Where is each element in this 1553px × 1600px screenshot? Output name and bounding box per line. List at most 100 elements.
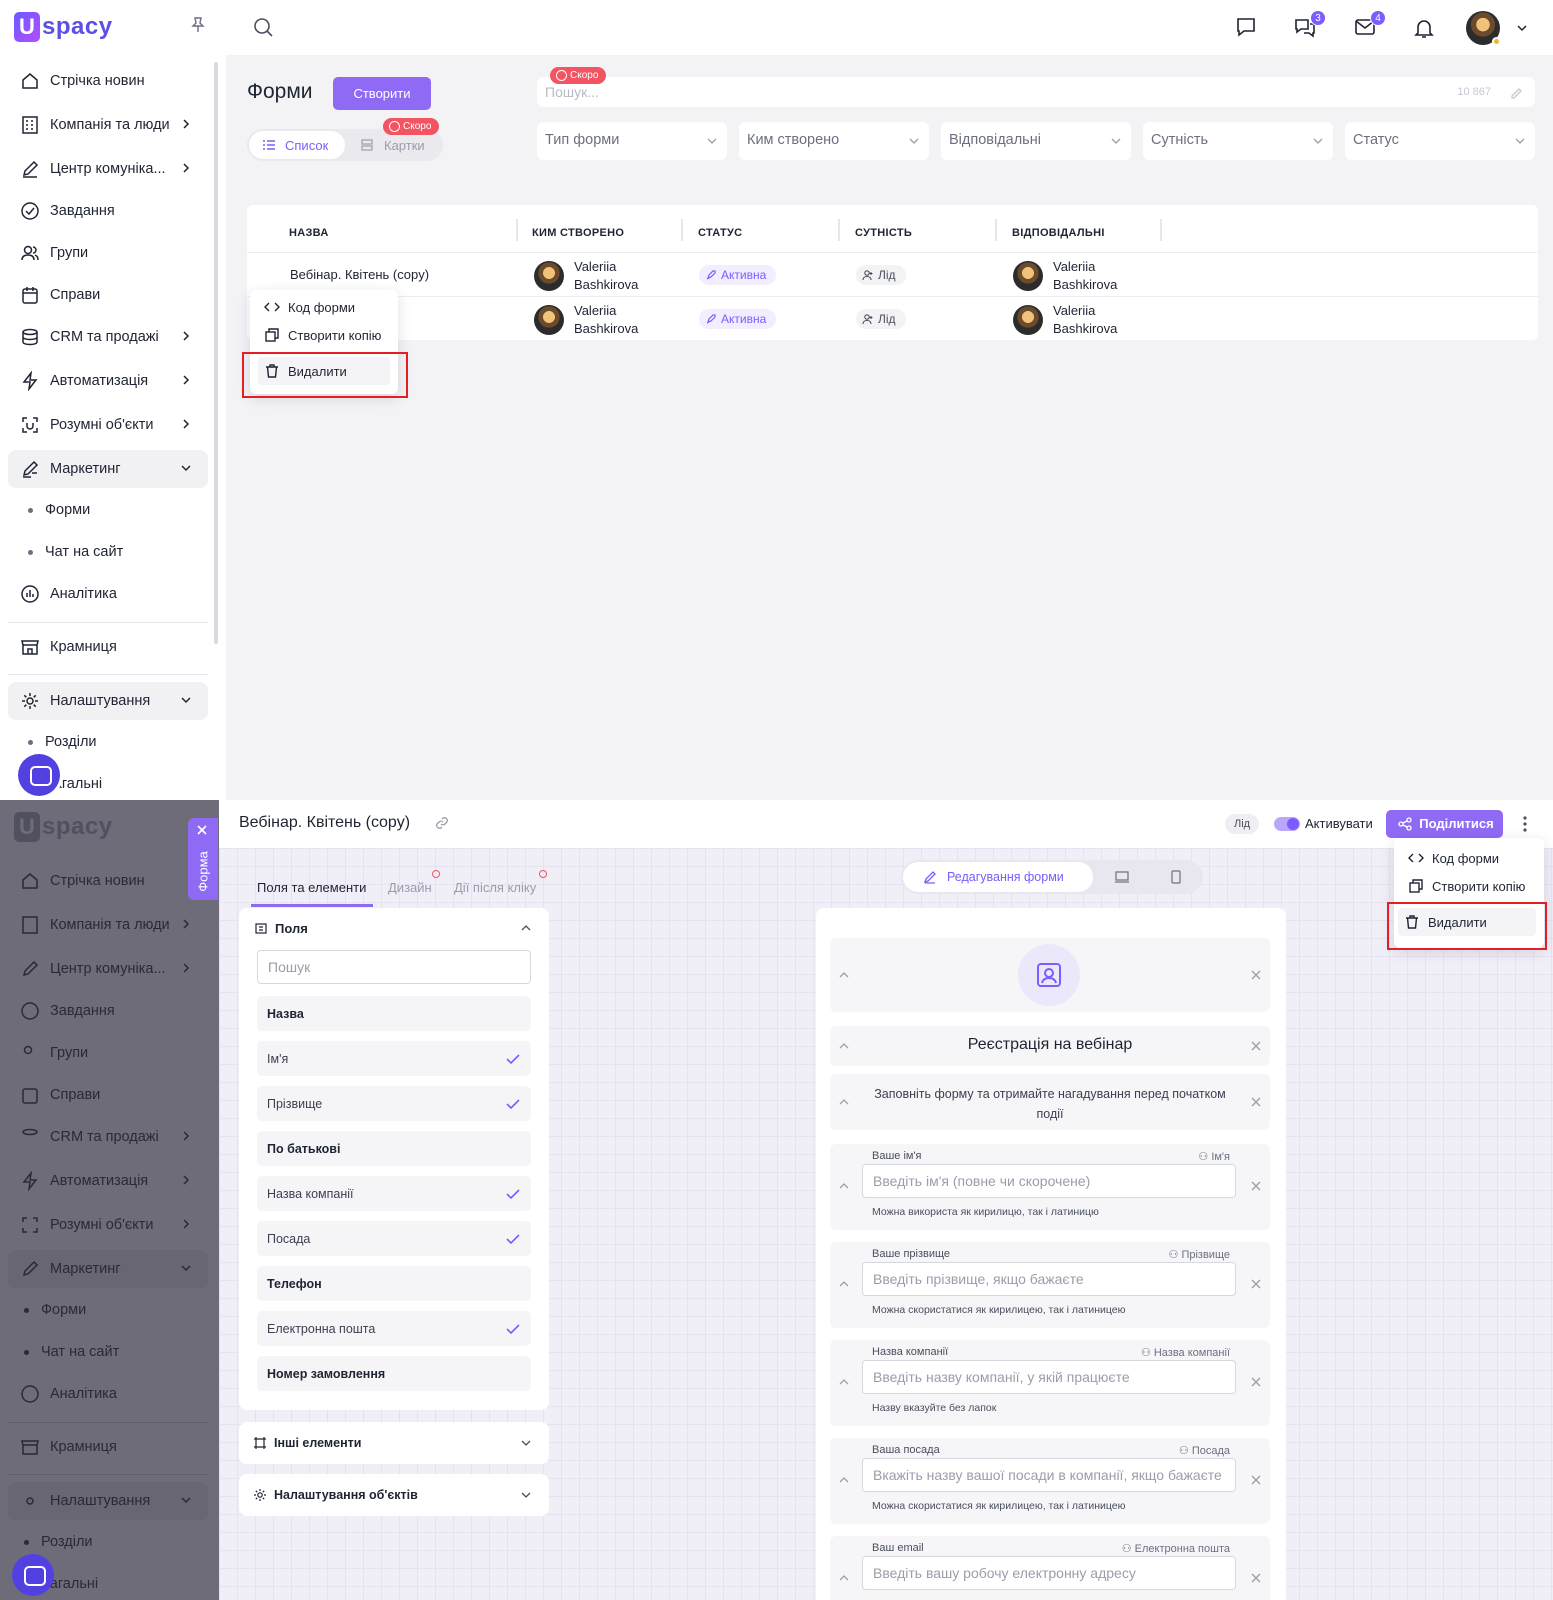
preview-input[interactable]: Введіть назву компанії, у якій працюєте — [862, 1360, 1236, 1394]
preview-input[interactable]: Введіть прізвище, якщо бажаєте — [862, 1262, 1236, 1296]
chevron-up-icon[interactable] — [838, 1572, 850, 1584]
chevron-down-icon[interactable] — [1516, 22, 1528, 34]
close-icon[interactable] — [1250, 1278, 1262, 1290]
chevron-up-icon[interactable] — [838, 1278, 850, 1290]
menu-item-copy[interactable]: Створити копію — [1402, 872, 1531, 900]
form-name[interactable]: Вебінар. Квітень (copy) — [290, 267, 429, 282]
sidebar-item-news[interactable]: Стрічка новин — [8, 62, 208, 100]
preview-input[interactable]: Вкажіть назву вашої посади в компанії, я… — [862, 1458, 1236, 1492]
close-icon[interactable] — [1250, 969, 1262, 981]
form-side-tab[interactable]: Форма — [188, 818, 218, 900]
close-icon[interactable] — [1250, 1572, 1262, 1584]
column-header[interactable]: СТАТУС — [698, 227, 742, 239]
field-item[interactable]: Телефон — [257, 1266, 531, 1301]
form-field-block[interactable]: Назва компанії ⚇ Назва компанії Введіть н… — [830, 1340, 1270, 1426]
sidebar-item-automation[interactable]: Автоматизація — [8, 362, 208, 400]
tab-fields[interactable]: Поля та елементи — [257, 880, 366, 895]
field-item[interactable]: Назва — [257, 996, 531, 1031]
preview-input[interactable]: Введіть вашу робочу електронну адресу — [862, 1556, 1236, 1590]
chevron-up-icon[interactable] — [838, 969, 850, 981]
close-icon[interactable] — [1250, 1180, 1262, 1192]
view-cards-tab[interactable]: Картки — [384, 138, 425, 153]
more-vertical-icon[interactable] — [1522, 815, 1528, 833]
column-header[interactable]: СУТНІСТЬ — [855, 227, 912, 239]
sidebar-item-groups[interactable]: Групи — [8, 234, 208, 272]
sidebar-subitem-forms[interactable]: Форми — [28, 502, 90, 518]
form-field-block[interactable]: Ваш email ⚇ Електронна пошта Введіть вашу… — [830, 1536, 1270, 1600]
sidebar-scrollbar[interactable] — [214, 62, 218, 644]
sidebar-item-smart-objects[interactable]: Розумні об'єкти — [8, 406, 208, 444]
mode-edit[interactable]: Редагування форми — [903, 862, 1093, 892]
activate-toggle[interactable] — [1274, 817, 1300, 831]
object-settings-section[interactable]: Налаштування об'єктів — [239, 1474, 549, 1516]
field-item[interactable]: Прізвище — [257, 1086, 531, 1121]
message-icon[interactable] — [1235, 16, 1257, 38]
chevron-up-icon[interactable] — [838, 1376, 850, 1388]
chevron-up-icon[interactable] — [838, 1474, 850, 1486]
form-field-block[interactable]: Ваше прізвище ⚇ Прізвище Введіть прізвище… — [830, 1242, 1270, 1328]
tab-design[interactable]: Дизайн — [388, 880, 432, 895]
form-title-block[interactable]: Реєстрація на вебінар — [830, 1026, 1270, 1066]
field-item[interactable]: Назва компанії — [257, 1176, 531, 1211]
fields-search-input[interactable]: Пошук — [257, 950, 531, 984]
preview-input[interactable]: Введіть ім'я (повне чи скорочене) — [862, 1164, 1236, 1198]
other-elements-section[interactable]: Інші елементи — [239, 1422, 549, 1464]
field-item[interactable]: Номер замовлення — [257, 1356, 531, 1391]
form-field-block[interactable]: Ваше ім'я ⚇ Ім'я Введіть ім'я (повне чи с… — [830, 1144, 1270, 1230]
sidebar-item-store[interactable]: Крамниця — [8, 628, 208, 666]
tab-after-click[interactable]: Дії після кліку — [454, 880, 536, 895]
form-header-block[interactable] — [830, 938, 1270, 1012]
support-chat-button[interactable] — [18, 754, 60, 796]
share-button[interactable]: Поділитися — [1386, 810, 1503, 838]
filter-created-by[interactable]: Ким створено — [739, 122, 929, 160]
menu-item-copy[interactable]: Створити копію — [258, 321, 387, 349]
logo[interactable]: U spacy — [14, 12, 113, 42]
table-row[interactable]: Valeriia Bashkirova Активна Лід Valeriia B… — [247, 296, 1538, 340]
filter-status[interactable]: Статус — [1345, 122, 1535, 160]
sidebar-item-tasks[interactable]: Завдання — [8, 192, 208, 230]
clear-icon[interactable] — [1509, 85, 1523, 99]
link-icon[interactable] — [435, 816, 449, 830]
sidebar-item-analytics[interactable]: Аналітика — [8, 575, 208, 613]
column-header[interactable]: ВІДПОВІДАЛЬНІ — [1012, 227, 1105, 239]
view-list-tab[interactable]: Список — [249, 131, 345, 159]
column-header[interactable]: КИМ СТВОРЕНО — [532, 227, 624, 239]
filter-entity[interactable]: Сутність — [1143, 122, 1333, 160]
field-item[interactable]: Електронна пошта — [257, 1311, 531, 1346]
chevron-up-icon[interactable] — [838, 1096, 850, 1108]
field-item[interactable]: По батькові — [257, 1131, 531, 1166]
table-row[interactable]: Вебінар. Квітень (copy) Valeriia Bashkiro… — [247, 252, 1538, 296]
filter-responsible[interactable]: Відповідальні — [941, 122, 1131, 160]
sidebar-item-company[interactable]: Компанія та люди — [8, 106, 208, 144]
search-icon[interactable] — [253, 17, 275, 39]
menu-item-form-code[interactable]: Код форми — [258, 293, 361, 321]
mobile-icon[interactable] — [1171, 870, 1181, 884]
field-item[interactable]: Посада — [257, 1221, 531, 1256]
menu-item-form-code[interactable]: Код форми — [1402, 844, 1505, 872]
column-header[interactable]: НАЗВА — [289, 227, 329, 239]
sidebar-item-settings[interactable]: Налаштування — [8, 682, 208, 720]
support-chat-button[interactable] — [12, 1554, 54, 1596]
filter-form-type[interactable]: Тип форми — [537, 122, 727, 160]
search-input[interactable]: Пошук... 10 867 — [537, 77, 1535, 107]
close-icon[interactable] — [1250, 1096, 1262, 1108]
sidebar-item-deals[interactable]: Справи — [8, 276, 208, 314]
field-item[interactable]: Ім'я — [257, 1041, 531, 1076]
desktop-icon[interactable] — [1115, 871, 1129, 883]
close-icon[interactable] — [1250, 1040, 1262, 1052]
sidebar-item-marketing[interactable]: Маркетинг — [8, 450, 208, 488]
sidebar-subitem-site-chat[interactable]: Чат на сайт — [28, 544, 123, 560]
form-subtitle-block[interactable]: Заповніть форму та отримайте нагадування… — [830, 1074, 1270, 1130]
pin-icon[interactable] — [191, 17, 205, 33]
close-icon[interactable] — [1250, 1376, 1262, 1388]
sidebar-item-communications[interactable]: Центр комуніка... — [8, 150, 208, 188]
create-button[interactable]: Створити — [333, 77, 431, 110]
close-icon[interactable] — [196, 824, 208, 836]
close-icon[interactable] — [1250, 1474, 1262, 1486]
chevron-up-icon[interactable] — [838, 1180, 850, 1192]
form-field-block[interactable]: Ваша посада ⚇ Посада Вкажіть назву вашої … — [830, 1438, 1270, 1524]
sidebar-subitem-sections[interactable]: Розділи — [28, 734, 97, 750]
sidebar-item-crm[interactable]: CRM та продажі — [8, 318, 208, 356]
bell-icon[interactable] — [1413, 17, 1435, 39]
chevron-up-icon[interactable] — [521, 924, 531, 932]
